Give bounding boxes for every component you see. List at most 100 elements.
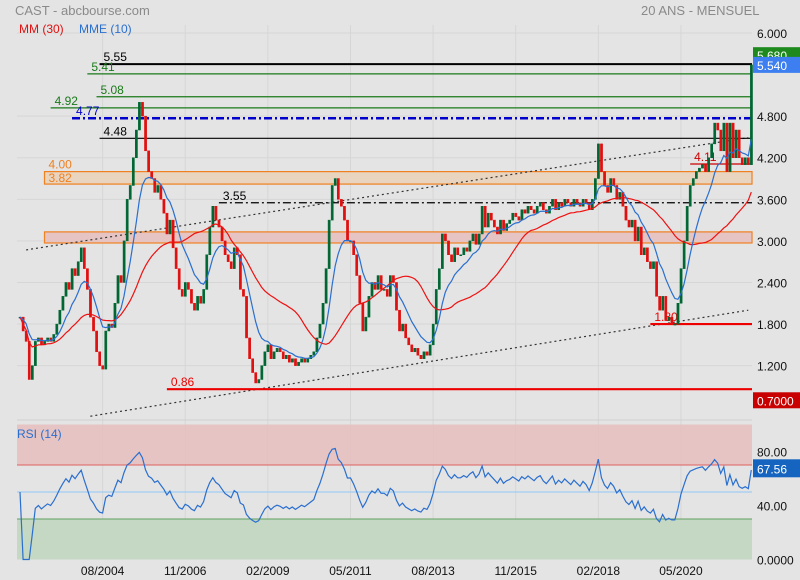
candle-up xyxy=(682,240,686,269)
candle-down xyxy=(633,219,637,242)
candle-up xyxy=(272,351,276,359)
candle-down xyxy=(566,199,570,204)
rsi-tick-label: 80.00 xyxy=(757,446,787,460)
x-tick-label: 05/2011 xyxy=(329,564,372,578)
y-tick-label: 3.000 xyxy=(757,235,787,249)
price-badge-label: 5.540 xyxy=(757,59,787,73)
candle-up xyxy=(685,206,689,242)
candle-down xyxy=(214,206,218,221)
candle-up xyxy=(695,171,698,179)
rsi-oversold-zone xyxy=(17,519,752,560)
candle-down xyxy=(560,202,564,207)
candle-up xyxy=(691,178,695,186)
candle-down xyxy=(343,206,346,221)
candle-up xyxy=(505,223,508,231)
candle-up xyxy=(511,212,515,221)
x-tick-label: 11/2015 xyxy=(494,564,537,578)
candle-up xyxy=(318,323,322,339)
candle-up xyxy=(538,202,542,207)
chart-window: CAST - abcbourse.com 20 ANS - MENSUEL MM… xyxy=(0,0,800,580)
candle-up xyxy=(324,268,328,304)
candle-up xyxy=(551,199,554,207)
candle-down xyxy=(517,216,521,221)
candle-up xyxy=(437,268,441,290)
candle-up xyxy=(499,219,502,235)
rsi-overbought-zone xyxy=(17,424,752,465)
level-label-0.86: 0.86 xyxy=(171,375,195,389)
candle-down xyxy=(603,171,606,186)
candle-down xyxy=(171,219,175,249)
candle-up xyxy=(713,122,717,145)
candle-up xyxy=(679,268,683,304)
candle-down xyxy=(575,199,579,204)
candle-down xyxy=(119,275,123,283)
candle-down xyxy=(73,268,77,276)
candle-up xyxy=(196,296,199,311)
candle-down xyxy=(655,261,658,297)
candle-up xyxy=(471,233,475,242)
candle-up xyxy=(630,219,634,228)
candle-up xyxy=(526,206,530,214)
candle-down xyxy=(220,226,224,242)
candle-down xyxy=(447,240,450,256)
candle-up xyxy=(642,247,646,256)
zone-1 xyxy=(43,231,753,244)
candle-up xyxy=(116,275,120,304)
x-tick-label: 02/2018 xyxy=(577,564,621,578)
candle-down xyxy=(159,185,163,200)
candle-down xyxy=(358,275,362,304)
candle-down xyxy=(101,365,105,370)
candle-up xyxy=(76,261,80,276)
candle-up xyxy=(312,351,316,356)
candle-down xyxy=(269,344,273,359)
candle-down xyxy=(89,289,92,318)
candle-down xyxy=(493,219,496,228)
rsi-title: RSI (14) xyxy=(17,427,62,441)
candle-up xyxy=(125,199,129,242)
candle-down xyxy=(624,206,628,221)
candle-down xyxy=(190,289,193,304)
candle-up xyxy=(202,289,206,304)
y-tick-label: 6.000 xyxy=(757,27,787,41)
level-label-4.92: 4.92 xyxy=(55,94,79,108)
candle-up xyxy=(722,122,726,152)
candle-down xyxy=(489,212,493,221)
legend-sma: MM (30) xyxy=(19,22,64,36)
candle-up xyxy=(300,358,303,363)
candle-up xyxy=(413,348,417,353)
candle-up xyxy=(260,365,264,380)
candle-up xyxy=(232,247,236,269)
candle-down xyxy=(465,247,469,252)
candle-up xyxy=(370,282,374,297)
candle-up xyxy=(291,358,294,363)
candle-up xyxy=(673,323,677,326)
candle-down xyxy=(542,202,545,210)
candle-down xyxy=(199,296,202,304)
candle-down xyxy=(162,199,166,214)
candle-up xyxy=(597,143,600,179)
candle-up xyxy=(266,344,270,353)
candle-down xyxy=(281,351,285,359)
candle-up xyxy=(557,202,561,210)
candle-down xyxy=(444,233,447,242)
candle-up xyxy=(208,226,212,256)
candle-down xyxy=(456,247,460,256)
candle-up xyxy=(55,323,59,335)
candle-up xyxy=(434,289,438,325)
legend-ema: MME (10) xyxy=(79,22,132,36)
candle-down xyxy=(95,330,98,353)
candle-up xyxy=(364,316,368,332)
candle-down xyxy=(165,212,169,235)
candle-up xyxy=(104,330,108,370)
candle-up xyxy=(701,164,704,169)
candle-up xyxy=(422,351,426,359)
candle-down xyxy=(303,358,307,363)
candle-up xyxy=(333,178,337,186)
candle-down xyxy=(98,351,102,366)
candle-up xyxy=(667,316,671,321)
y-tick-label: 1.200 xyxy=(757,360,787,374)
candle-up xyxy=(462,247,466,256)
candle-up xyxy=(661,296,665,311)
zone-bottom-label: 3.82 xyxy=(48,171,72,185)
candle-up xyxy=(459,254,463,257)
